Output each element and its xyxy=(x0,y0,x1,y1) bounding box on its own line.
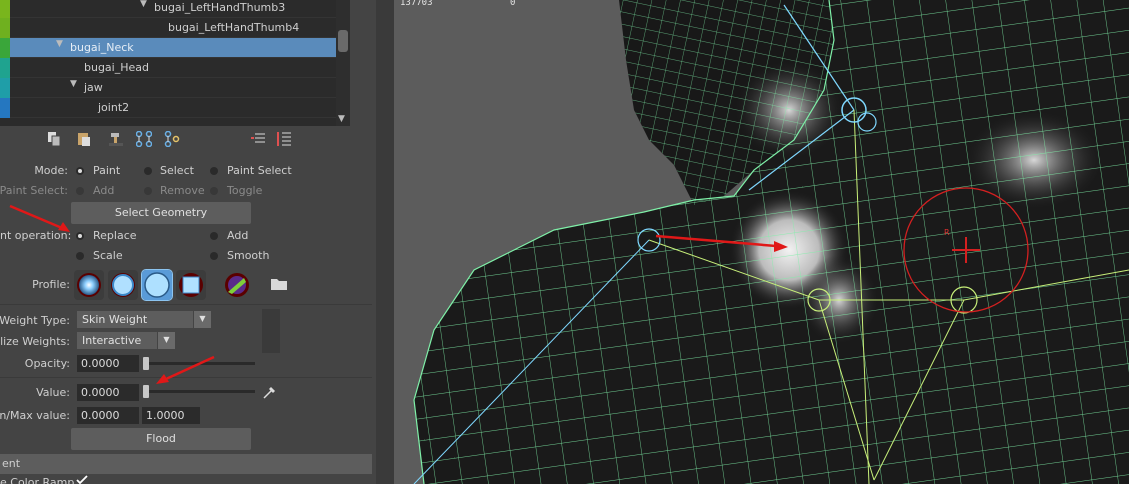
operation-scale-label[interactable]: Scale xyxy=(93,249,123,262)
weight-type-label: Weight Type: xyxy=(0,314,70,327)
paint-select-label: Paint Select: xyxy=(0,184,68,197)
folder-icon[interactable] xyxy=(270,277,288,291)
annotation-arrow-value xyxy=(165,355,215,381)
operation-replace-label[interactable]: Replace xyxy=(93,229,137,242)
separator xyxy=(0,304,372,305)
outliner-row-label: bugai_LeftHandThumb4 xyxy=(168,21,300,34)
outliner-scroll-thumb[interactable] xyxy=(338,30,348,52)
profile-square-brush-icon[interactable] xyxy=(176,270,206,300)
show-influences-icon[interactable] xyxy=(164,131,180,147)
move-weights-icon[interactable] xyxy=(136,131,152,147)
joint-color-swatch xyxy=(0,38,10,58)
sort-list-icon[interactable] xyxy=(250,131,266,147)
outliner-row[interactable]: ▼ bugai_Neck xyxy=(0,38,336,58)
expand-chevron-icon[interactable]: ▼ xyxy=(56,39,63,49)
outliner-row[interactable]: bugai_LeftHandThumb4 xyxy=(0,18,336,38)
section-header-label: ent xyxy=(2,457,21,470)
paint-operation-label: nt operation: xyxy=(0,229,72,242)
operation-smooth-label[interactable]: Smooth xyxy=(227,249,269,262)
normalize-weights-value: Interactive xyxy=(82,334,142,347)
normalize-weights-label: alize Weights: xyxy=(0,335,70,348)
expand-chevron-icon[interactable]: ▼ xyxy=(70,79,77,89)
operation-add-label[interactable]: Add xyxy=(227,229,248,242)
flat-list-icon[interactable] xyxy=(276,131,292,147)
select-geometry-button[interactable]: Select Geometry xyxy=(71,202,251,224)
paint-select-add-label[interactable]: Add xyxy=(93,184,114,197)
value-slider-track[interactable] xyxy=(143,390,255,393)
3d-viewport[interactable]: 137703 0 R xyxy=(394,0,1129,484)
hammer-weights-icon[interactable] xyxy=(108,131,124,147)
value-field[interactable]: 0.0000 xyxy=(77,384,139,401)
paste-weights-icon[interactable] xyxy=(76,131,92,147)
mode-select-label[interactable]: Select xyxy=(160,164,194,177)
mode-paint-label[interactable]: Paint xyxy=(93,164,120,177)
joint-outliner: ▼ bugai_LeftHandThumb3 bugai_LeftHandThumb… xyxy=(0,0,336,126)
joint-color-swatch xyxy=(0,78,10,98)
joint-color-swatch xyxy=(0,58,10,78)
outliner-scrollbar[interactable]: ▼ xyxy=(336,0,350,126)
paint-skin-weights-panel: ▼ bugai_LeftHandThumb3 bugai_LeftHandThumb… xyxy=(0,0,376,484)
operation-add-radio[interactable] xyxy=(210,232,218,240)
paint-select-toggle-label[interactable]: Toggle xyxy=(227,184,262,197)
profile-label: Profile: xyxy=(32,278,70,291)
opacity-slider-knob[interactable] xyxy=(143,357,149,370)
outliner-row-label: joint2 xyxy=(98,101,130,114)
paint-select-add-radio[interactable] xyxy=(76,187,84,195)
outliner-row-label: bugai_Head xyxy=(84,61,149,74)
section-header[interactable]: ent xyxy=(0,454,372,474)
opacity-field[interactable]: 0.0000 xyxy=(77,355,139,372)
operation-replace-radio[interactable] xyxy=(76,232,84,240)
value-slider-knob[interactable] xyxy=(143,385,149,398)
weight-type-side-panel xyxy=(262,309,280,353)
paint-select-toggle-radio[interactable] xyxy=(210,187,218,195)
outliner-row[interactable]: bugai_Head xyxy=(0,58,336,78)
min-value-field[interactable]: 0.0000 xyxy=(77,407,139,424)
joint-color-swatch xyxy=(0,98,10,118)
annotation-arrowhead-value xyxy=(156,374,169,384)
separator xyxy=(0,377,372,378)
copy-weights-icon[interactable] xyxy=(46,131,62,147)
eyedropper-icon[interactable] xyxy=(262,384,278,400)
mode-paint-select-radio[interactable] xyxy=(210,167,218,175)
opacity-label: Opacity: xyxy=(24,357,70,370)
paint-select-remove-label[interactable]: Remove xyxy=(160,184,205,197)
mode-label: Mode: xyxy=(34,164,68,177)
paint-select-remove-radio[interactable] xyxy=(144,187,152,195)
min-max-value-label: in/Max value: xyxy=(0,409,70,422)
mode-paint-select-label[interactable]: Paint Select xyxy=(227,164,292,177)
color-ramp-checkbox-checkmark-icon[interactable] xyxy=(76,475,88,484)
chevron-down-icon: ▼ xyxy=(157,332,175,349)
value-label: Value: xyxy=(36,386,70,399)
profile-gaussian-brush-icon[interactable] xyxy=(74,270,104,300)
opacity-slider-track[interactable] xyxy=(143,362,255,365)
profile-soft-brush-icon[interactable] xyxy=(108,270,138,300)
outliner-row-label: bugai_LeftHandThumb3 xyxy=(154,1,286,14)
scroll-down-arrow-icon[interactable]: ▼ xyxy=(338,114,345,124)
chevron-down-icon: ▼ xyxy=(193,311,211,328)
max-value-field[interactable]: 1.0000 xyxy=(142,407,200,424)
joint-color-swatch xyxy=(0,0,10,18)
mode-select-radio[interactable] xyxy=(144,167,152,175)
expand-chevron-icon[interactable]: ▼ xyxy=(140,0,147,9)
normalize-weights-dropdown[interactable]: Interactive ▼ xyxy=(77,332,175,349)
outliner-row[interactable]: ▼ jaw xyxy=(0,78,336,98)
mode-paint-radio[interactable] xyxy=(76,167,84,175)
weight-type-dropdown[interactable]: Skin Weight ▼ xyxy=(77,311,211,328)
joint-color-swatch xyxy=(0,18,10,38)
operation-scale-radio[interactable] xyxy=(76,252,84,260)
outliner-row-label: jaw xyxy=(84,81,103,94)
weight-type-value: Skin Weight xyxy=(82,313,148,326)
outliner-row-label: bugai_Neck xyxy=(70,41,134,54)
outliner-row[interactable]: joint2 xyxy=(0,98,336,118)
panel-splitter[interactable] xyxy=(376,0,394,484)
flood-button[interactable]: Flood xyxy=(71,428,251,450)
annotation-arrow-operation xyxy=(9,204,63,230)
profile-solid-brush-icon[interactable] xyxy=(141,269,173,301)
brush-cursor-label: R xyxy=(944,228,950,237)
skinned-mesh-render xyxy=(413,0,1129,484)
outliner-row[interactable]: ▼ bugai_LeftHandThumb3 xyxy=(0,0,336,18)
color-ramp-label: e Color Ramp xyxy=(0,476,75,484)
profile-image-brush-icon[interactable] xyxy=(222,270,252,300)
operation-smooth-radio[interactable] xyxy=(210,252,218,260)
